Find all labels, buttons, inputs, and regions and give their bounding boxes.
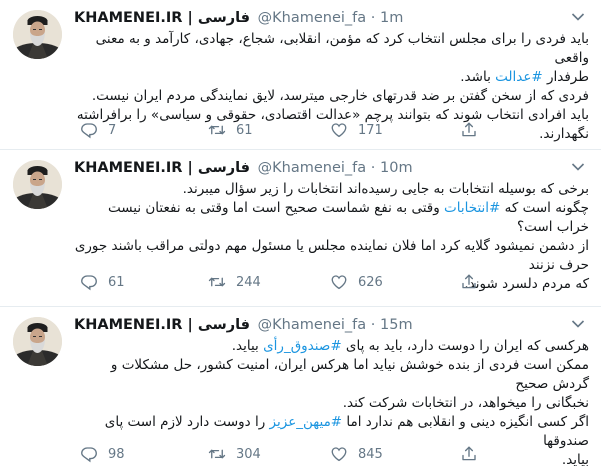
reply-icon [80, 273, 98, 291]
chevron-down-icon[interactable] [571, 12, 585, 22]
like-count: 171 [358, 122, 383, 138]
reply-button[interactable]: 7 [80, 120, 116, 140]
retweet-count: 61 [236, 122, 253, 138]
tweet-line: طرفدار #عدالت باشد. [74, 68, 589, 87]
hashtag-link[interactable]: #میهن_عزیز [270, 414, 343, 430]
timestamp[interactable]: 15m [380, 317, 413, 333]
text: طرفدار [542, 69, 589, 85]
text: چگونه است که [500, 200, 589, 216]
tweet-actions: 98 304 845 [74, 444, 524, 464]
avatar[interactable] [13, 160, 62, 209]
text: اگر کسی انگیزه دینی و انقلابی هم ندارد ا… [342, 414, 589, 430]
share-button[interactable] [460, 444, 488, 464]
author-handle[interactable]: @Khamenei_fa [258, 10, 367, 26]
like-button[interactable]: 626 [330, 272, 383, 292]
tweet-line: چگونه است که #انتخابات وقتی به نفع شماست… [74, 199, 589, 237]
tweet-line: نخبگانی را میخواهد، در انتخابات شرکت کند… [342, 395, 589, 411]
retweet-count: 304 [236, 446, 261, 462]
like-icon [330, 121, 348, 139]
separator: · [370, 10, 376, 26]
tweet-line: هرکسی که ایران را دوست دارد، باید به پای… [74, 337, 589, 356]
text: باشد. [460, 69, 496, 85]
tweet-line: فردی که از سخن گفتن بر ضد قدرتهای خارجی … [91, 88, 589, 104]
retweet-icon [208, 445, 226, 463]
retweet-count: 244 [236, 274, 261, 290]
tweet-line: از دشمن نمیشود گلایه کرد اما فلان نمایند… [74, 238, 589, 273]
author-name[interactable]: KHAMENEI.IR | فارسی [74, 317, 250, 333]
reply-count: 61 [108, 274, 125, 290]
tweet-header: KHAMENEI.IR | فارسی @Khamenei_fa · 10m [74, 157, 413, 179]
hashtag-link[interactable]: #انتخابات [444, 200, 500, 216]
author-handle[interactable]: @Khamenei_fa [258, 160, 367, 176]
reply-count: 98 [108, 446, 125, 462]
like-button[interactable]: 171 [330, 120, 383, 140]
like-icon [330, 273, 348, 291]
share-icon [460, 445, 478, 463]
tweet-1[interactable]: KHAMENEI.IR | فارسی @Khamenei_fa · 1m با… [0, 0, 601, 150]
tweet-actions: 7 61 171 [74, 120, 524, 140]
reply-icon [80, 445, 98, 463]
author-name[interactable]: KHAMENEI.IR | فارسی [74, 160, 250, 176]
retweet-button[interactable]: 61 [208, 120, 253, 140]
timestamp[interactable]: 1m [380, 10, 403, 26]
avatar[interactable] [13, 10, 62, 59]
hashtag-link[interactable]: #صندوق_رأی [263, 338, 342, 354]
chevron-down-icon[interactable] [571, 319, 585, 329]
retweet-button[interactable]: 304 [208, 444, 261, 464]
hashtag-link[interactable]: #عدالت [495, 69, 543, 85]
share-icon [460, 121, 478, 139]
tweet-line: باید فردی را برای مجلس انتخاب کرد که مؤم… [95, 31, 589, 66]
tweet-header: KHAMENEI.IR | فارسی @Khamenei_fa · 1m [74, 7, 403, 29]
like-button[interactable]: 845 [330, 444, 383, 464]
tweet-line: برخی که بوسیله انتخابات به جایی رسیده‌ان… [182, 181, 589, 197]
timestamp[interactable]: 10m [380, 160, 413, 176]
text: بیاید. [231, 338, 264, 354]
chevron-down-icon[interactable] [571, 162, 585, 172]
text: هرکسی که ایران را دوست دارد، باید به پای [341, 338, 589, 354]
tweet-header: KHAMENEI.IR | فارسی @Khamenei_fa · 15m [74, 314, 413, 336]
share-button[interactable] [460, 120, 488, 140]
tweet-3[interactable]: KHAMENEI.IR | فارسی @Khamenei_fa · 15m ه… [0, 307, 601, 472]
tweet-2[interactable]: KHAMENEI.IR | فارسی @Khamenei_fa · 10m ب… [0, 150, 601, 307]
separator: · [370, 160, 376, 176]
tweet-line: ممکن است فردی از بنده خوشش نیاید اما هرک… [110, 357, 589, 392]
reply-button[interactable]: 61 [80, 272, 125, 292]
author-handle[interactable]: @Khamenei_fa [258, 317, 367, 333]
reply-count: 7 [108, 122, 117, 138]
like-count: 845 [358, 446, 383, 462]
retweet-button[interactable]: 244 [208, 272, 261, 292]
retweet-icon [208, 121, 226, 139]
retweet-icon [208, 273, 226, 291]
avatar[interactable] [13, 317, 62, 366]
share-icon [460, 273, 478, 291]
share-button[interactable] [460, 272, 488, 292]
author-name[interactable]: KHAMENEI.IR | فارسی [74, 10, 250, 26]
like-icon [330, 445, 348, 463]
separator: · [370, 317, 376, 333]
reply-icon [80, 121, 98, 139]
like-count: 626 [358, 274, 383, 290]
tweet-actions: 61 244 626 [74, 272, 524, 292]
reply-button[interactable]: 98 [80, 444, 125, 464]
